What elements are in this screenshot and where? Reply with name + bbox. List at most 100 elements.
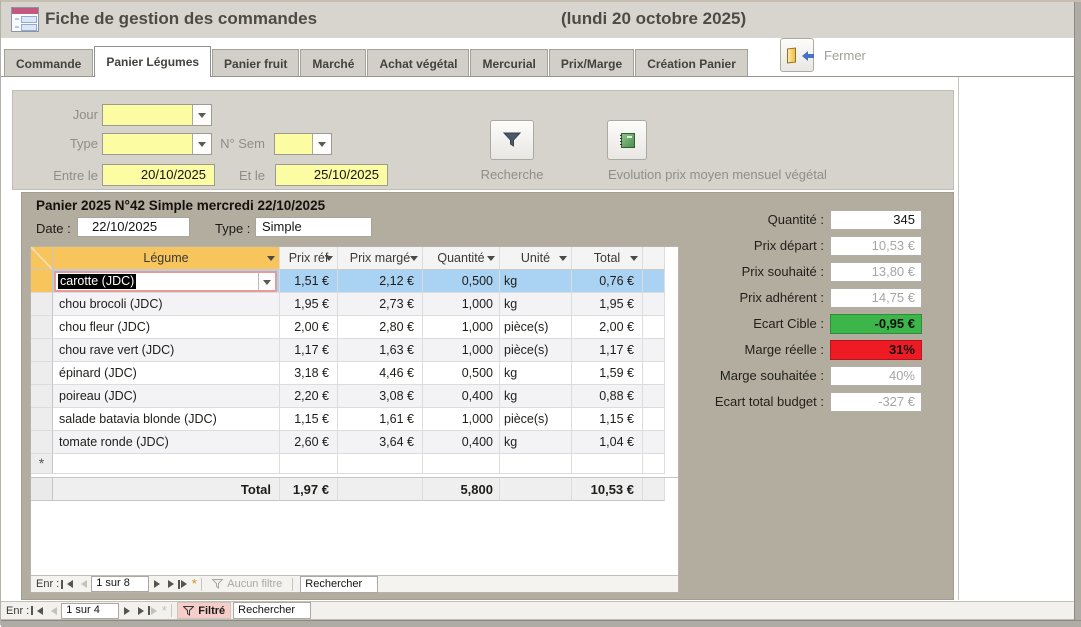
row-selector[interactable]	[31, 339, 53, 362]
cell-quantite[interactable]: 1,000	[423, 293, 500, 316]
sort-filter-icon[interactable]	[630, 256, 638, 265]
cell-quantite[interactable]: 1,000	[423, 339, 500, 362]
table-row[interactable]: salade batavia blonde (JDC) 1,15 € 1,61 …	[31, 408, 678, 431]
cell-unite[interactable]: kg	[500, 385, 572, 408]
cell-prix-ref[interactable]: 2,20 €	[280, 385, 338, 408]
tab-panier-fruit[interactable]: Panier fruit	[212, 49, 299, 77]
new-record-button[interactable]: *	[152, 604, 165, 617]
cell-prix-marge[interactable]: 1,61 €	[338, 408, 423, 431]
cell-legume[interactable]: chou brocoli (JDC)	[53, 293, 280, 316]
row-selector[interactable]	[31, 316, 53, 339]
summary-field-ecart-total-budget[interactable]: -327 €	[830, 392, 922, 412]
summary-field-marge-souhait-e[interactable]: 40%	[830, 366, 922, 386]
new-record-row[interactable]: *	[31, 454, 678, 474]
legume-dropdown-icon[interactable]	[258, 273, 275, 290]
row-selector[interactable]	[31, 408, 53, 431]
new-record-selector[interactable]: *	[31, 454, 53, 474]
cell-total[interactable]: 1,59 €	[572, 362, 643, 385]
cell-legume[interactable]: tomate ronde (JDC)	[53, 431, 280, 454]
cell-prix-ref[interactable]: 1,95 €	[280, 293, 338, 316]
cell-unite[interactable]: kg	[500, 293, 572, 316]
next-record-button[interactable]	[152, 578, 165, 591]
column-header-quantite[interactable]: Quantité	[423, 247, 500, 270]
date-to-field[interactable]: 25/10/2025	[275, 164, 388, 186]
cell-total[interactable]: 2,00 €	[572, 316, 643, 339]
column-header-prix-marge[interactable]: Prix margé	[338, 247, 423, 270]
cell-total[interactable]: 0,88 €	[572, 385, 643, 408]
column-header-unite[interactable]: Unité	[500, 247, 572, 270]
new-record-button[interactable]: *	[182, 578, 195, 591]
row-selector[interactable]	[31, 362, 53, 385]
cell-legume[interactable]: épinard (JDC)	[53, 362, 280, 385]
cell-quantite[interactable]: 0,400	[423, 385, 500, 408]
sem-combobox[interactable]	[274, 133, 332, 155]
summary-field-quantit[interactable]: 345	[830, 210, 922, 230]
search-records-input[interactable]: Rechercher	[233, 602, 311, 619]
row-selector[interactable]	[31, 293, 53, 316]
summary-field-prix-adh-rent[interactable]: 14,75 €	[830, 288, 922, 308]
jour-combobox[interactable]	[102, 104, 212, 126]
summary-field-prix-souhait[interactable]: 13,80 €	[830, 262, 922, 282]
sort-filter-icon[interactable]	[410, 256, 418, 265]
summary-field-ecart-cible[interactable]: -0,95 €	[830, 314, 922, 334]
cell-total[interactable]: 1,17 €	[572, 339, 643, 362]
cell-quantite[interactable]: 0,500	[423, 362, 500, 385]
cell-prix-marge[interactable]: 3,08 €	[338, 385, 423, 408]
cell-prix-marge[interactable]: 1,63 €	[338, 339, 423, 362]
sort-filter-icon[interactable]	[325, 256, 333, 265]
cell-unite[interactable]: pièce(s)	[500, 339, 572, 362]
cell-total[interactable]: 1,15 €	[572, 408, 643, 431]
table-row[interactable]: chou brocoli (JDC) 1,95 € 2,73 € 1,000 k…	[31, 293, 678, 316]
previous-record-button[interactable]	[45, 604, 58, 617]
sem-dropdown-icon[interactable]	[312, 134, 331, 154]
summary-field-prix-d-part[interactable]: 10,53 €	[830, 236, 922, 256]
first-record-button[interactable]	[60, 578, 73, 591]
cell-prix-ref[interactable]: 1,51 €	[280, 270, 338, 293]
cell-legume[interactable]: carotte (JDC)	[53, 270, 280, 293]
cell-prix-marge[interactable]: 2,12 €	[338, 270, 423, 293]
cell-prix-ref[interactable]: 3,18 €	[280, 362, 338, 385]
sort-filter-icon[interactable]	[559, 256, 567, 265]
cell-legume[interactable]: salade batavia blonde (JDC)	[53, 408, 280, 431]
sort-filter-icon[interactable]	[267, 256, 275, 265]
row-selector[interactable]	[31, 385, 53, 408]
cell-legume[interactable]: chou rave vert (JDC)	[53, 339, 280, 362]
cell-unite[interactable]: kg	[500, 270, 572, 293]
cell-legume[interactable]: poireau (JDC)	[53, 385, 280, 408]
cell-total[interactable]: 1,04 €	[572, 431, 643, 454]
search-records-input[interactable]: Rechercher	[300, 576, 378, 593]
cell-quantite[interactable]: 1,000	[423, 408, 500, 431]
last-record-button[interactable]	[167, 578, 180, 591]
tab-mercurial[interactable]: Mercurial	[470, 49, 547, 77]
tab-cr-ation-panier[interactable]: Création Panier	[635, 49, 748, 77]
tab-prix-marge[interactable]: Prix/Marge	[549, 49, 634, 77]
record-position[interactable]: 1 sur 4	[61, 603, 119, 619]
column-header-legume[interactable]: Légume	[53, 247, 280, 270]
next-record-button[interactable]	[122, 604, 135, 617]
close-form-button[interactable]	[780, 38, 814, 72]
row-selector[interactable]	[31, 270, 53, 293]
cell-unite[interactable]: pièce(s)	[500, 316, 572, 339]
column-header-prix-ref[interactable]: Prix réf	[280, 247, 338, 270]
sort-filter-icon[interactable]	[487, 256, 495, 265]
cell-prix-marge[interactable]: 2,80 €	[338, 316, 423, 339]
column-header-total[interactable]: Total	[572, 247, 643, 270]
cell-total[interactable]: 0,76 €	[572, 270, 643, 293]
previous-record-button[interactable]	[75, 578, 88, 591]
summary-field-marge-r-elle[interactable]: 31%	[830, 340, 922, 360]
table-row[interactable]: poireau (JDC) 2,20 € 3,08 € 0,400 kg 0,8…	[31, 385, 678, 408]
evolution-button[interactable]	[607, 120, 647, 160]
cell-prix-marge[interactable]: 2,73 €	[338, 293, 423, 316]
row-selector[interactable]	[31, 431, 53, 454]
datasheet-corner-cell[interactable]	[31, 247, 53, 270]
cell-total[interactable]: 1,95 €	[572, 293, 643, 316]
last-record-button[interactable]	[137, 604, 150, 617]
cell-quantite[interactable]: 0,400	[423, 431, 500, 454]
panier-date-field[interactable]: 22/10/2025	[77, 217, 190, 237]
table-row[interactable]: chou fleur (JDC) 2,00 € 2,80 € 1,000 piè…	[31, 316, 678, 339]
cell-quantite[interactable]: 0,500	[423, 270, 500, 293]
cell-prix-marge[interactable]: 3,64 €	[338, 431, 423, 454]
cell-unite[interactable]: kg	[500, 431, 572, 454]
tab-achat-v-g-tal[interactable]: Achat végétal	[367, 49, 469, 77]
table-row[interactable]: épinard (JDC) 3,18 € 4,46 € 0,500 kg 1,5…	[31, 362, 678, 385]
